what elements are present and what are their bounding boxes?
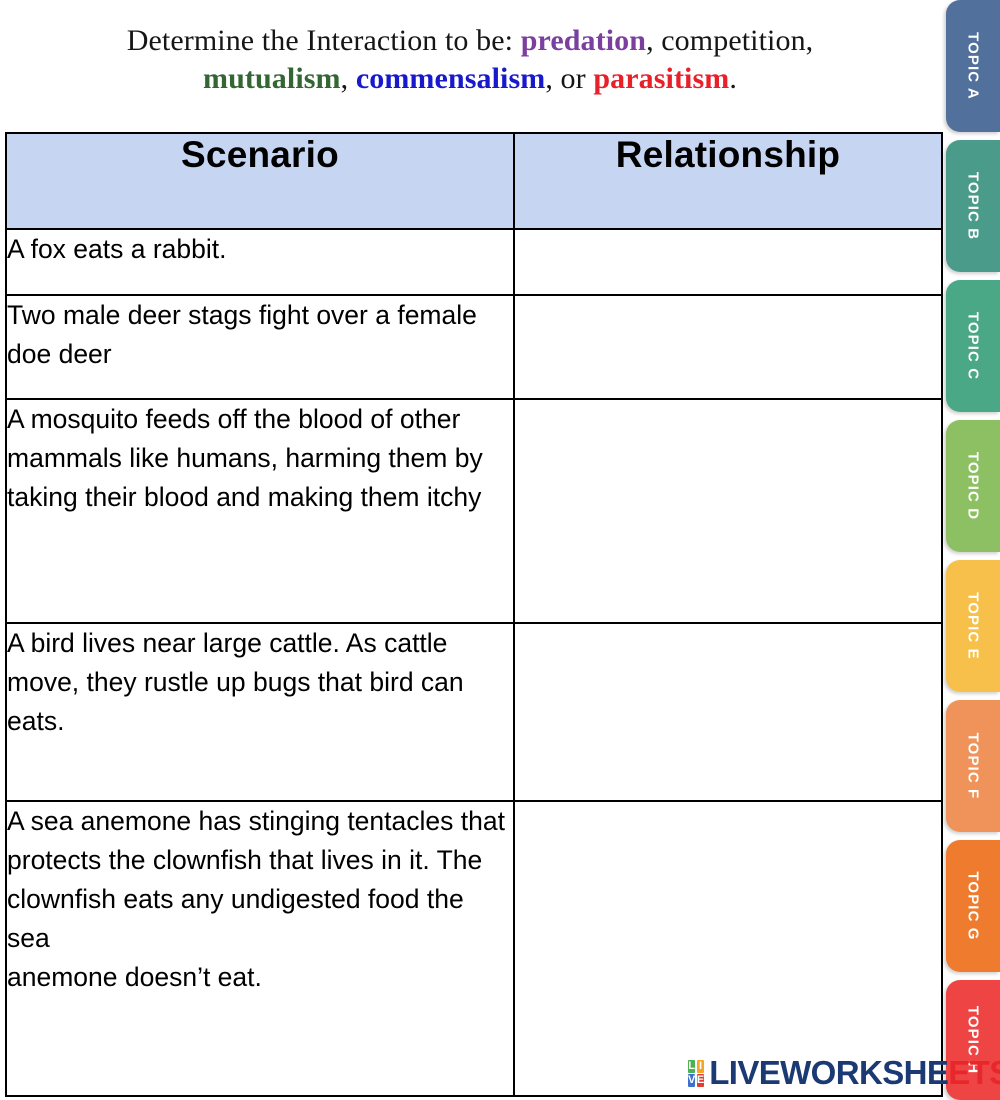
topic-tab-e[interactable]: TOPIC E (946, 560, 1000, 692)
liveworksheets-grid-icon: LIVE (688, 1060, 705, 1087)
topic-tab-label: TOPIC C (964, 311, 982, 381)
title-text-end: . (729, 62, 737, 95)
scenario-text: Two male deer stags fight over a female … (5, 294, 515, 400)
topic-tab-rail: TOPIC A TOPIC B TOPIC C TOPIC D TOPIC E TOPIC… (942, 0, 1000, 1100)
scenario-text: A fox eats a rabbit. (5, 228, 515, 296)
table-row: A bird lives near large cattle. As cattl… (5, 622, 943, 802)
term-predation: predation (520, 24, 647, 57)
table-row: A fox eats a rabbit. (5, 228, 943, 296)
table-header-row: Scenario Relationship (5, 132, 943, 230)
topic-tab-label: TOPIC G (964, 871, 982, 941)
liveworksheets-logo: LIVE LIVEWORKSHEETS (688, 1052, 1000, 1094)
relationship-answer-field[interactable] (513, 228, 943, 296)
table-row: Two male deer stags fight over a female … (5, 294, 943, 400)
scenario-text: A mosquito feeds off the blood of other … (5, 398, 515, 624)
topic-tab-g[interactable]: TOPIC G (946, 840, 1000, 972)
term-commensalism: commensalism (355, 62, 546, 95)
logo-text-accent: ETS (948, 1054, 1000, 1091)
title-sep-2: , or (545, 62, 594, 95)
relationship-answer-field[interactable] (513, 398, 943, 624)
table-row: A mosquito feeds off the blood of other … (5, 398, 943, 624)
relationship-answer-field[interactable] (513, 294, 943, 400)
logo-tile-e: E (696, 1074, 705, 1087)
scenario-text: A sea anemone has stinging tentacles tha… (5, 800, 515, 1097)
title-sep-1: , (340, 62, 356, 95)
logo-tile-v: V (688, 1074, 696, 1087)
topic-tab-label: TOPIC A (964, 32, 982, 100)
logo-tile-l: L (688, 1060, 696, 1073)
logo-tile-i: I (696, 1060, 705, 1073)
term-parasitism: parasitism (593, 62, 730, 95)
title-text-mid: , competition, (646, 24, 814, 57)
topic-tab-label: TOPIC F (964, 732, 982, 800)
topic-tab-label: TOPIC D (964, 451, 982, 521)
instruction-title: Determine the Interaction to be: predati… (0, 22, 940, 98)
topic-tab-label: TOPIC B (964, 171, 982, 241)
topic-tab-b[interactable]: TOPIC B (946, 140, 1000, 272)
logo-text-main: LIVEWORKSHE (709, 1054, 949, 1091)
column-header-scenario: Scenario (5, 132, 515, 230)
liveworksheets-wordmark: LIVEWORKSHEETS (709, 1054, 1000, 1092)
topic-tab-label: TOPIC E (964, 592, 982, 660)
scenario-table: Scenario Relationship A fox eats a rabbi… (5, 132, 943, 1097)
topic-tab-d[interactable]: TOPIC D (946, 420, 1000, 552)
term-mutualism: mutualism (203, 62, 341, 95)
title-text-pre: Determine the Interaction to be: (126, 24, 521, 57)
topic-tab-c[interactable]: TOPIC C (946, 280, 1000, 412)
worksheet-page: Determine the Interaction to be: predati… (0, 0, 1000, 1100)
topic-tab-f[interactable]: TOPIC F (946, 700, 1000, 832)
column-header-relationship: Relationship (513, 132, 943, 230)
scenario-text: A bird lives near large cattle. As cattl… (5, 622, 515, 802)
relationship-answer-field[interactable] (513, 622, 943, 802)
topic-tab-a[interactable]: TOPIC A (946, 0, 1000, 132)
